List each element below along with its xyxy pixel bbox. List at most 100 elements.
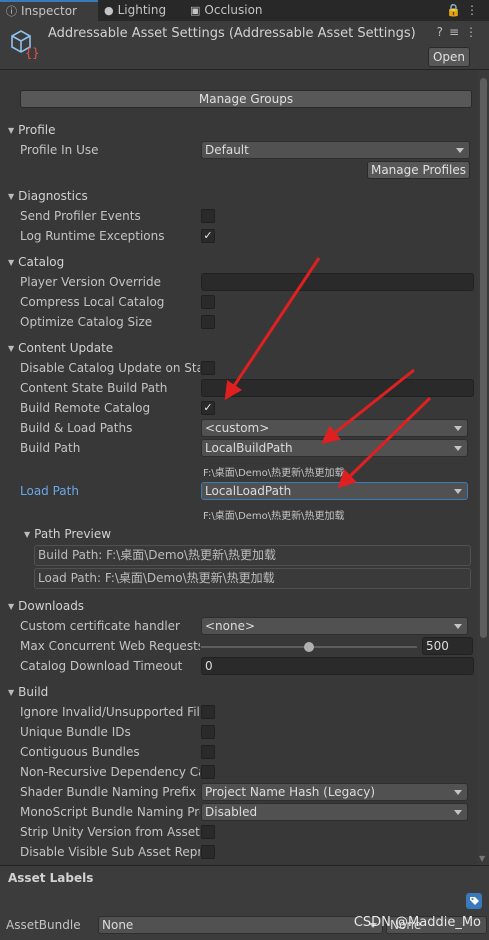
load-path-label: Load Path <box>20 484 79 498</box>
content-state-build-path-field[interactable] <box>201 379 474 397</box>
shader-naming-dropdown[interactable]: Project Name Hash (Legacy) <box>201 783 468 801</box>
non-recursive-label: Non-Recursive Dependency Calculation <box>20 765 200 779</box>
tab-bar-icons: 🔒⋮ <box>446 3 483 17</box>
assetbundle-dropdown[interactable]: None <box>98 916 383 934</box>
section-downloads[interactable]: ▼ Downloads <box>8 599 84 613</box>
content-state-build-path-label: Content State Build Path <box>20 381 168 395</box>
unique-bundle-ids-label: Unique Bundle IDs <box>20 725 131 739</box>
kebab-menu-icon[interactable]: ⋮ <box>465 25 483 39</box>
tab-lighting[interactable]: ● Lighting <box>104 0 184 21</box>
disable-catalog-update-checkbox[interactable] <box>201 361 215 375</box>
info-icon: ⓘ <box>6 5 17 18</box>
monoscript-naming-label: MonoScript Bundle Naming Prefix <box>20 805 200 819</box>
asset-labels-title: Asset Labels <box>8 871 94 885</box>
section-build[interactable]: ▼ Build <box>8 685 48 699</box>
preview-load-path: Load Path: F:\桌面\Demo\热更新\热更加载 <box>34 568 471 589</box>
header-icons: ?≡⋮ <box>437 25 483 39</box>
profile-in-use-dropdown[interactable]: Default <box>201 141 470 159</box>
tab-inspector[interactable]: ⓘ Inspector <box>0 0 98 21</box>
unique-bundle-ids-checkbox[interactable] <box>201 725 215 739</box>
strip-unity-version-label: Strip Unity Version from AssetBundles <box>20 825 200 839</box>
send-profiler-events-checkbox[interactable] <box>201 209 215 223</box>
inspector-content: Manage Groups ▼ Profile Profile In Use De… <box>0 70 476 865</box>
section-catalog[interactable]: ▼ Catalog <box>8 255 64 269</box>
foldout-triangle-icon: ▼ <box>8 688 15 697</box>
preview-build-path: Build Path: F:\桌面\Demo\热更新\热更加载 <box>34 545 471 566</box>
lock-icon[interactable]: 🔒 <box>446 3 466 17</box>
manage-groups-button[interactable]: Manage Groups <box>20 90 472 108</box>
tab-inspector-label: Inspector <box>21 4 77 18</box>
preset-icon[interactable]: ≡ <box>449 25 465 39</box>
disable-visible-sub-checkbox[interactable] <box>201 845 215 859</box>
kebab-menu-icon[interactable]: ⋮ <box>466 3 483 17</box>
asset-labels-panel: Asset Labels AssetBundle None None CSDN … <box>0 865 489 940</box>
shader-naming-label: Shader Bundle Naming Prefix <box>20 785 197 799</box>
bulb-icon: ● <box>104 4 114 17</box>
path-preview-title: Path Preview <box>34 527 112 541</box>
optimize-catalog-size-label: Optimize Catalog Size <box>20 315 153 329</box>
scrollbar-thumb[interactable] <box>480 78 487 638</box>
svg-text:{}: {} <box>25 46 39 59</box>
load-path-resolved: F:\桌面\Demo\热更新\热更加载 <box>203 511 345 522</box>
section-profile-title: Profile <box>18 123 56 137</box>
section-catalog-title: Catalog <box>18 255 65 269</box>
disable-catalog-update-label: Disable Catalog Update on Startup <box>20 361 200 375</box>
foldout-triangle-icon: ▼ <box>8 344 15 353</box>
path-preview-foldout[interactable]: ▼ Path Preview <box>24 527 111 541</box>
compress-local-catalog-label: Compress Local Catalog <box>20 295 165 309</box>
section-build-title: Build <box>18 685 49 699</box>
build-path-label: Build Path <box>20 441 81 455</box>
max-concurrent-field[interactable]: 500 <box>422 637 473 655</box>
foldout-triangle-icon: ▼ <box>8 126 15 135</box>
scriptable-object-icon: {} <box>11 30 39 59</box>
tab-lighting-label: Lighting <box>117 3 167 17</box>
section-profile[interactable]: ▼ Profile <box>8 123 55 137</box>
open-button[interactable]: Open <box>428 47 470 67</box>
monoscript-naming-dropdown[interactable]: Disabled <box>201 803 468 821</box>
scroll-down-arrow-icon[interactable]: ▼ <box>479 854 485 863</box>
compress-local-catalog-checkbox[interactable] <box>201 295 215 309</box>
optimize-catalog-size-checkbox[interactable] <box>201 315 215 329</box>
vertical-scrollbar[interactable]: ▼ <box>477 70 489 865</box>
contiguous-bundles-checkbox[interactable] <box>201 745 215 759</box>
slider-handle[interactable] <box>304 642 314 652</box>
section-content-update-title: Content Update <box>18 341 114 355</box>
profile-in-use-label: Profile In Use <box>20 143 99 157</box>
foldout-triangle-icon: ▼ <box>8 258 15 267</box>
build-remote-catalog-label: Build Remote Catalog <box>20 401 151 415</box>
foldout-triangle-icon: ▼ <box>24 530 31 539</box>
build-load-paths-dropdown[interactable]: <custom> <box>201 419 468 437</box>
player-version-override-label: Player Version Override <box>20 275 162 289</box>
log-runtime-exceptions-label: Log Runtime Exceptions <box>20 229 165 243</box>
send-profiler-events-label: Send Profiler Events <box>20 209 141 223</box>
build-path-dropdown[interactable]: LocalBuildPath <box>201 439 468 457</box>
tab-occlusion[interactable]: ▣ Occlusion <box>190 0 280 21</box>
build-remote-catalog-checkbox[interactable]: ✓ <box>201 401 215 415</box>
build-load-paths-label: Build & Load Paths <box>20 421 133 435</box>
assetbundle-label: AssetBundle <box>6 918 81 932</box>
strip-unity-version-checkbox[interactable] <box>201 825 215 839</box>
ignore-invalid-label: Ignore Invalid/Unsupported Files in Buil… <box>20 705 200 719</box>
box-icon: ▣ <box>190 4 201 17</box>
player-version-override-field[interactable] <box>201 273 474 291</box>
max-concurrent-slider[interactable] <box>0 639 476 655</box>
tab-occlusion-label: Occlusion <box>204 3 263 17</box>
load-path-dropdown[interactable]: LocalLoadPath <box>201 482 468 500</box>
tag-icon[interactable] <box>466 893 482 909</box>
manage-profiles-button[interactable]: Manage Profiles <box>367 161 470 179</box>
log-runtime-exceptions-checkbox[interactable]: ✓ <box>201 229 215 243</box>
contiguous-bundles-label: Contiguous Bundles <box>20 745 140 759</box>
section-diagnostics[interactable]: ▼ Diagnostics <box>8 189 88 203</box>
inspector-header: {} Addressable Asset Settings (Addressab… <box>0 21 489 70</box>
section-diagnostics-title: Diagnostics <box>18 189 88 203</box>
section-content-update[interactable]: ▼ Content Update <box>8 341 113 355</box>
ignore-invalid-checkbox[interactable] <box>201 705 215 719</box>
custom-cert-dropdown[interactable]: <none> <box>201 617 468 635</box>
non-recursive-checkbox[interactable] <box>201 765 215 779</box>
asset-title: Addressable Asset Settings (Addressable … <box>48 26 416 41</box>
help-icon[interactable]: ? <box>437 25 449 39</box>
build-path-resolved: F:\桌面\Demo\热更新\热更加载 <box>203 468 345 479</box>
watermark: CSDN @Maddie_Mo <box>353 915 481 930</box>
catalog-timeout-field[interactable]: 0 <box>201 657 474 675</box>
custom-cert-label: Custom certificate handler <box>20 619 180 633</box>
